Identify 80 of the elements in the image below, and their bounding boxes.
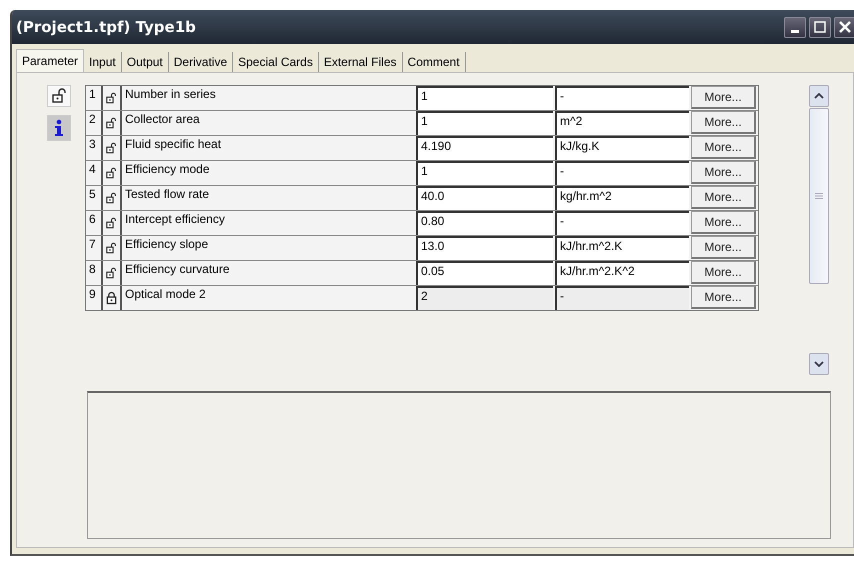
parameter-name: Efficiency curvature xyxy=(124,261,230,278)
more-button[interactable]: More... xyxy=(691,186,756,209)
row-number: 5 xyxy=(86,186,103,210)
open-padlock-icon xyxy=(106,191,117,205)
more-button[interactable]: More... xyxy=(691,236,756,259)
lock-cell[interactable] xyxy=(103,111,122,135)
row-number: 8 xyxy=(86,261,103,285)
unit-field[interactable]: kg/hr.m^2 xyxy=(555,186,689,210)
open-padlock-icon xyxy=(106,266,117,280)
open-padlock-icon xyxy=(106,216,117,230)
chevron-down-icon xyxy=(814,361,824,367)
value-field[interactable]: 13.0 xyxy=(416,236,553,260)
lock-cell[interactable] xyxy=(103,86,122,110)
unit-field[interactable]: - xyxy=(555,161,689,185)
parameter-name: Efficiency slope xyxy=(124,236,210,253)
parameter-name: Fluid specific heat xyxy=(124,136,222,153)
lock-button[interactable] xyxy=(47,85,71,107)
minimize-icon xyxy=(791,30,799,32)
scroll-down-button[interactable] xyxy=(809,353,829,375)
unit-field[interactable]: kJ/hr.m^2.K^2 xyxy=(555,261,689,285)
more-button[interactable]: More... xyxy=(691,86,756,109)
row-number: 7 xyxy=(86,236,103,260)
parameter-name: Efficiency mode xyxy=(124,161,210,178)
more-button[interactable]: More... xyxy=(691,211,756,234)
value-field[interactable]: 0.05 xyxy=(416,261,553,285)
unit-field[interactable]: kJ/hr.m^2.K xyxy=(555,236,689,260)
value-field[interactable]: 0.80 xyxy=(416,211,553,235)
scroll-up-button[interactable] xyxy=(809,85,829,107)
tab[interactable]: Parameter xyxy=(16,49,84,72)
value-field[interactable]: 1 xyxy=(416,111,553,135)
row-number: 3 xyxy=(86,136,103,160)
more-button[interactable]: More... xyxy=(691,136,756,159)
value-field[interactable]: 2 xyxy=(416,286,553,310)
lock-cell[interactable] xyxy=(103,186,122,210)
more-button[interactable]: More... xyxy=(691,111,756,134)
unit-field[interactable]: - xyxy=(555,286,689,310)
open-padlock-icon xyxy=(106,91,117,105)
open-padlock-icon xyxy=(106,166,117,180)
row-number: 1 xyxy=(86,86,103,110)
value-field[interactable]: 1 xyxy=(416,161,553,185)
unit-field[interactable]: - xyxy=(555,211,689,235)
closed-padlock-icon xyxy=(106,291,117,305)
close-icon xyxy=(838,20,852,34)
more-button[interactable]: More... xyxy=(691,286,756,309)
more-button[interactable]: More... xyxy=(691,261,756,284)
value-field[interactable]: 1 xyxy=(416,86,553,110)
maximize-button[interactable] xyxy=(809,16,831,38)
value-field[interactable]: 4.190 xyxy=(416,136,553,160)
lock-cell[interactable] xyxy=(103,161,122,185)
scroll-thumb[interactable] xyxy=(809,108,829,284)
unit-field[interactable]: m^2 xyxy=(555,111,689,135)
padlock-icon xyxy=(51,88,67,104)
parameter-name: Tested flow rate xyxy=(124,186,210,203)
chevron-up-icon xyxy=(814,93,824,99)
parameter-name: Intercept efficiency xyxy=(124,211,226,228)
lock-cell[interactable] xyxy=(103,236,122,260)
grip-icon xyxy=(815,193,823,199)
vertical-scrollbar[interactable] xyxy=(809,85,829,375)
more-button[interactable]: More... xyxy=(691,161,756,184)
info-button[interactable] xyxy=(47,115,71,141)
lock-cell[interactable] xyxy=(103,136,122,160)
minimize-button[interactable] xyxy=(784,16,806,38)
unit-field[interactable]: - xyxy=(555,86,689,110)
unit-field[interactable]: kJ/kg.K xyxy=(555,136,689,160)
open-padlock-icon xyxy=(106,116,117,130)
parameter-name: Optical mode 2 xyxy=(124,286,207,303)
window-title: (Project1.tpf) Type1b xyxy=(16,18,196,36)
parameter-name: Collector area xyxy=(124,111,201,128)
lock-cell[interactable] xyxy=(103,211,122,235)
close-button[interactable] xyxy=(834,16,854,38)
row-number: 6 xyxy=(86,211,103,235)
lock-cell[interactable] xyxy=(103,261,122,285)
row-number: 4 xyxy=(86,161,103,185)
row-number: 9 xyxy=(86,286,103,310)
value-field[interactable]: 40.0 xyxy=(416,186,553,210)
maximize-icon xyxy=(814,21,826,33)
open-padlock-icon xyxy=(106,241,117,255)
parameter-name: Number in series xyxy=(124,86,217,103)
open-padlock-icon xyxy=(106,141,117,155)
row-number: 2 xyxy=(86,111,103,135)
